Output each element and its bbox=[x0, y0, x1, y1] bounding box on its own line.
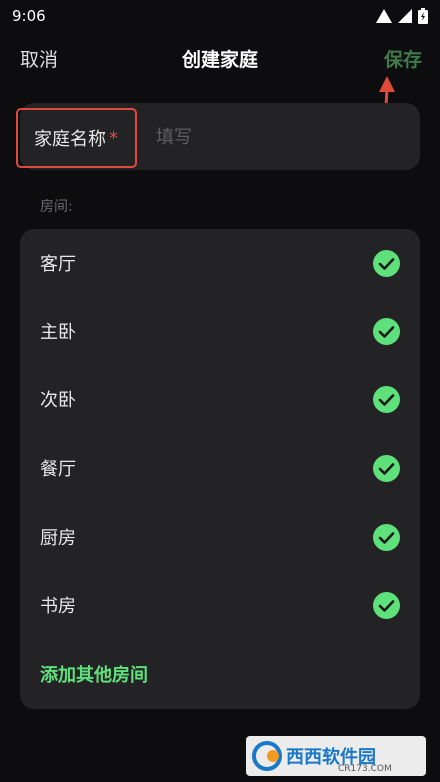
check-circle-icon[interactable] bbox=[373, 249, 400, 277]
rooms-card: 客厅 主卧 次卧 餐厅 厨房 书房 添加其他房间 bbox=[20, 229, 420, 709]
watermark: 西西软件园 CR173.COM bbox=[246, 736, 426, 776]
family-name-label: 家庭名称 bbox=[34, 129, 106, 150]
family-name-card: 家庭名称 * bbox=[16, 103, 420, 170]
check-circle-icon[interactable] bbox=[373, 454, 400, 482]
status-bar: 9:06 bbox=[0, 0, 440, 32]
family-name-input[interactable] bbox=[154, 121, 398, 153]
required-mark: * bbox=[109, 127, 118, 149]
room-item[interactable]: 主卧 bbox=[20, 297, 420, 365]
room-name: 厨房 bbox=[40, 528, 76, 549]
site-logo-icon bbox=[252, 741, 282, 771]
room-name: 主卧 bbox=[40, 322, 76, 343]
status-icons bbox=[376, 8, 428, 24]
cancel-button[interactable]: 取消 bbox=[20, 45, 58, 72]
room-item[interactable]: 次卧 bbox=[20, 365, 420, 433]
signal-icon bbox=[376, 9, 392, 23]
room-name: 客厅 bbox=[40, 254, 76, 275]
room-item[interactable]: 餐厅 bbox=[20, 434, 420, 502]
check-circle-icon[interactable] bbox=[373, 523, 400, 551]
room-name: 餐厅 bbox=[40, 459, 76, 480]
check-circle-icon[interactable] bbox=[373, 591, 400, 619]
add-other-room-button[interactable]: 添加其他房间 bbox=[40, 661, 148, 687]
room-item[interactable]: 厨房 bbox=[20, 503, 420, 571]
room-item[interactable]: 书房 bbox=[20, 571, 420, 639]
rooms-section-label: 房间: bbox=[40, 199, 73, 215]
check-circle-icon[interactable] bbox=[373, 317, 400, 345]
save-button[interactable]: 保存 bbox=[384, 45, 422, 72]
room-item[interactable]: 客厅 bbox=[20, 229, 420, 297]
room-name: 书房 bbox=[40, 596, 76, 617]
status-time: 9:06 bbox=[12, 7, 46, 25]
page-title: 创建家庭 bbox=[181, 48, 258, 71]
room-name: 次卧 bbox=[40, 390, 76, 411]
family-name-label-highlight: 家庭名称 * bbox=[16, 108, 137, 168]
check-circle-icon[interactable] bbox=[373, 385, 400, 413]
watermark-sub: CR173.COM bbox=[338, 764, 392, 774]
battery-icon bbox=[418, 8, 428, 24]
wifi-icon bbox=[398, 9, 412, 23]
